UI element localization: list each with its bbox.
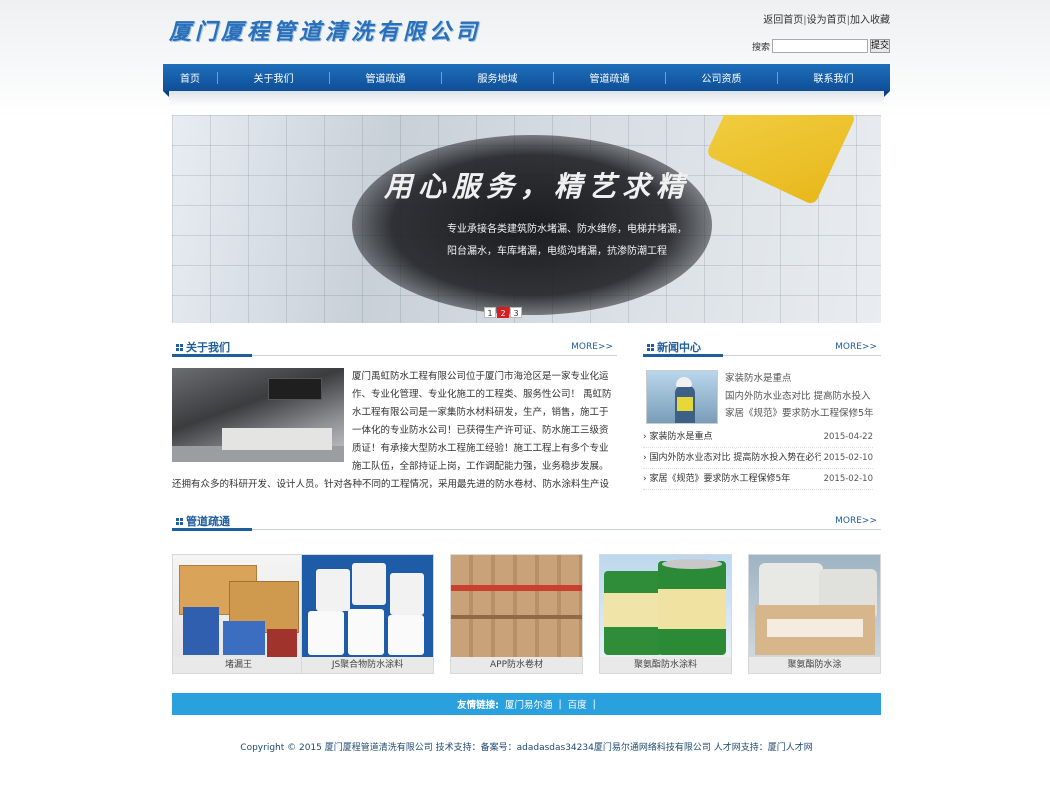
- product-caption: JS聚合物防水涂料: [302, 657, 433, 673]
- main-nav: 首页 关于我们 管道疏通 服务地域 管道疏通 公司资质 联系我们: [163, 64, 890, 91]
- site-logo[interactable]: 厦门厦程管道清洗有限公司: [169, 14, 481, 46]
- news-title: 新闻中心: [657, 341, 701, 354]
- link-separator: |: [592, 698, 596, 710]
- search-box: 搜索 提交: [752, 39, 890, 53]
- news-row-date: 2015-02-10: [823, 474, 873, 484]
- product-caption: APP防水卷材: [451, 657, 582, 673]
- featured-news-item[interactable]: 家居《规范》要求防水工程保修5年: [725, 405, 885, 423]
- news-row[interactable]: › 家装防水是重点 2015-04-22: [643, 427, 873, 448]
- product-caption: 聚氨酯防水涂: [749, 657, 880, 673]
- product-image: [600, 555, 731, 658]
- grid-bullet-icon: [176, 343, 183, 351]
- featured-news: 家装防水是重点 国内外防水业态对比 提高防水投入 家居《规范》要求防水工程保修5…: [725, 370, 885, 423]
- news-row-date: 2015-02-10: [823, 453, 873, 463]
- friendly-link[interactable]: 百度: [568, 697, 587, 711]
- slide-indicators: 1 2 3: [484, 307, 522, 318]
- product-gallery: 堵漏王 JS聚合物防水涂料 APP防水卷材 聚氨酯防水涂料 聚氨酯防水涂: [172, 554, 881, 674]
- banner-description: 专业承接各类建筑防水堵漏、防水维修，电梯井堵漏，阳台漏水，车库堵漏，电缆沟堵漏，…: [447, 224, 687, 257]
- product-image: [749, 555, 880, 658]
- nav-shadow-bar: [169, 91, 884, 107]
- news-row-title: › 家居《规范》要求防水工程保修5年: [643, 474, 791, 484]
- news-thumbnail[interactable]: [646, 370, 718, 424]
- grid-bullet-icon: [176, 517, 183, 525]
- product-image: [302, 555, 433, 658]
- title-underline: [172, 528, 252, 531]
- add-favorite-link[interactable]: 加入收藏: [850, 15, 890, 26]
- news-row-title: › 国内外防水业态对比 提高防水投入势在必行: [643, 448, 821, 468]
- page-wrapper: 厦门厦程管道清洗有限公司 返回首页|设为首页|加入收藏 搜索 提交 首页 关于我…: [163, 0, 890, 787]
- nav-item-service-area[interactable]: 服务地域: [442, 70, 553, 85]
- nav-fold-right: [884, 91, 890, 97]
- hero-banner[interactable]: 用心服务，精艺求精 专业承接各类建筑防水堵漏、防水维修，电梯井堵漏，阳台漏水，车…: [172, 115, 881, 323]
- news-title-text: 家装防水是重点: [649, 432, 713, 442]
- copyright-footer: Copyright © 2015 厦门厦程管道清洗有限公司 技术支持：备案号：a…: [240, 743, 813, 753]
- slide-dot-1[interactable]: 1: [484, 307, 496, 318]
- product-image: [173, 555, 304, 658]
- photo-wall-plaque: [268, 378, 322, 400]
- title-underline: [172, 354, 252, 357]
- product-card[interactable]: 聚氨酯防水涂料: [599, 554, 732, 674]
- nav-item-contact[interactable]: 联系我们: [778, 70, 889, 85]
- nav-item-qualification[interactable]: 公司资质: [666, 70, 777, 85]
- link-separator: |: [558, 698, 562, 710]
- friendly-links-label: 友情链接:: [457, 700, 499, 711]
- office-photo: [172, 368, 344, 462]
- products-section-header: 管道疏通 MORE>>: [172, 512, 881, 531]
- news-section-header: 新闻中心 MORE>>: [643, 338, 881, 357]
- news-row[interactable]: › 家居《规范》要求防水工程保修5年 2015-02-10: [643, 469, 873, 490]
- product-card[interactable]: JS聚合物防水涂料: [301, 554, 434, 674]
- grid-bullet-icon: [647, 343, 654, 351]
- product-card[interactable]: APP防水卷材: [450, 554, 583, 674]
- about-section-header: 关于我们 MORE>>: [172, 338, 617, 357]
- news-more-link[interactable]: MORE>>: [835, 342, 877, 352]
- news-title-text: 国内外防水业态对比 提高防水投入势在必行: [649, 453, 821, 463]
- products-more-link[interactable]: MORE>>: [835, 516, 877, 526]
- about-title-wrap: 关于我们: [176, 339, 230, 355]
- news-list: › 家装防水是重点 2015-04-22 › 国内外防水业态对比 提高防水投入势…: [643, 427, 873, 490]
- safety-vest: [677, 397, 693, 411]
- products-title: 管道疏通: [186, 515, 230, 528]
- friendly-links-bar: 友情链接: 厦门易尔通 | 百度 |: [172, 693, 881, 715]
- product-image: [451, 555, 582, 658]
- news-title-wrap: 新闻中心: [647, 339, 701, 355]
- photo-reception-desk: [222, 428, 332, 450]
- product-caption: 堵漏王: [173, 657, 304, 673]
- about-title: 关于我们: [186, 341, 230, 354]
- products-title-wrap: 管道疏通: [176, 513, 230, 529]
- red-seal-stamp: [647, 263, 665, 301]
- back-home-link[interactable]: 返回首页: [763, 15, 803, 26]
- slide-dot-3[interactable]: 3: [510, 307, 522, 318]
- top-links: 返回首页|设为首页|加入收藏: [763, 11, 890, 26]
- nav-item-pipe-dredging-2[interactable]: 管道疏通: [554, 70, 665, 85]
- slide-dot-2[interactable]: 2: [497, 307, 509, 318]
- news-row-title: › 家装防水是重点: [643, 432, 713, 442]
- product-card[interactable]: 堵漏王: [172, 554, 305, 674]
- nav-item-about[interactable]: 关于我们: [218, 70, 329, 85]
- set-homepage-link[interactable]: 设为首页: [807, 15, 847, 26]
- product-caption: 聚氨酯防水涂料: [600, 657, 731, 673]
- title-underline: [643, 354, 723, 357]
- nav-item-pipe-dredging[interactable]: 管道疏通: [330, 70, 441, 85]
- news-row[interactable]: › 国内外防水业态对比 提高防水投入势在必行 2015-02-10: [643, 448, 873, 469]
- search-input[interactable]: [772, 39, 868, 53]
- hard-hat-icon: [676, 377, 692, 387]
- news-title-text: 家居《规范》要求防水工程保修5年: [649, 474, 791, 484]
- featured-news-item[interactable]: 家装防水是重点: [725, 370, 885, 388]
- featured-news-item[interactable]: 国内外防水业态对比 提高防水投入: [725, 388, 885, 406]
- banner-headline: 用心服务，精艺求精: [384, 170, 691, 203]
- news-row-date: 2015-04-22: [823, 432, 873, 442]
- friendly-link[interactable]: 厦门易尔通: [505, 697, 553, 711]
- about-more-link[interactable]: MORE>>: [571, 342, 613, 352]
- search-submit-button[interactable]: 提交: [870, 39, 890, 53]
- nav-item-home[interactable]: 首页: [163, 70, 217, 85]
- product-card[interactable]: 聚氨酯防水涂: [748, 554, 881, 674]
- search-label: 搜索: [751, 42, 770, 53]
